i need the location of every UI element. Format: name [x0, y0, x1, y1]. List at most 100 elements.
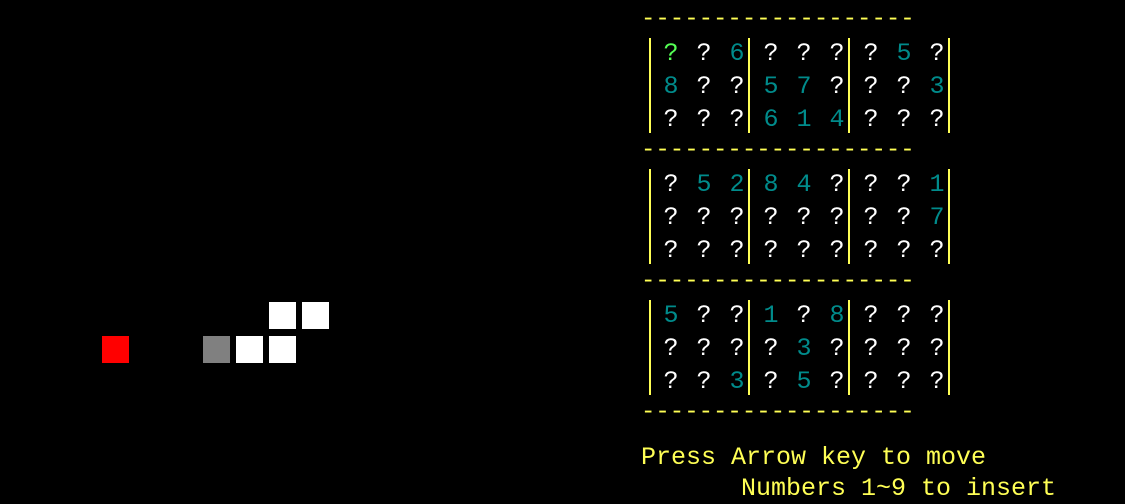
sudoku-band: ? 5 2 8 4??? 1???????? 7?????????: [641, 167, 961, 266]
sudoku-cell[interactable]: ?: [826, 37, 848, 70]
sudoku-cell[interactable]: ?: [926, 37, 948, 70]
sudoku-cell[interactable]: ?: [860, 201, 882, 234]
sudoku-cell[interactable]: ?: [860, 365, 882, 398]
grid-separator-line: -------------------: [641, 137, 915, 164]
sudoku-cell[interactable]: ?: [893, 365, 915, 398]
grid-vertical-line: [748, 300, 750, 395]
sudoku-cell[interactable]: ?: [760, 201, 782, 234]
sudoku-cell[interactable]: ?: [926, 234, 948, 267]
sudoku-cell[interactable]: ?: [693, 70, 715, 103]
sudoku-board: -------------------?? 6???? 5? 8?? 5 7??? 3???…: [641, 4, 961, 429]
sudoku-cell[interactable]: ?: [860, 299, 882, 332]
sudoku-cell[interactable]: ?: [926, 332, 948, 365]
sudoku-cell[interactable]: 7: [926, 201, 948, 234]
sudoku-cell[interactable]: 7: [793, 70, 815, 103]
sudoku-cell[interactable]: 5: [693, 168, 715, 201]
sudoku-cell[interactable]: ?: [893, 299, 915, 332]
sudoku-cell[interactable]: ?: [826, 365, 848, 398]
sudoku-cell[interactable]: ?: [893, 103, 915, 136]
sudoku-cell[interactable]: ?: [693, 103, 715, 136]
sudoku-cell[interactable]: 4: [826, 103, 848, 136]
sudoku-band: 5?? 1? 8??????? 3?????? 3? 5????: [641, 298, 961, 397]
sudoku-cell[interactable]: ?: [693, 37, 715, 70]
sudoku-cell[interactable]: ?: [860, 103, 882, 136]
sudoku-cell[interactable]: 8: [660, 70, 682, 103]
sudoku-cell[interactable]: 8: [760, 168, 782, 201]
sudoku-cell[interactable]: 2: [726, 168, 748, 201]
sudoku-cell[interactable]: ?: [860, 168, 882, 201]
sudoku-cell-selected[interactable]: ?: [660, 37, 682, 70]
sudoku-cell[interactable]: ?: [826, 70, 848, 103]
snake-head-segment: [302, 302, 329, 329]
grid-vertical-line: [649, 300, 651, 395]
sudoku-cell[interactable]: ?: [760, 365, 782, 398]
sudoku-cell[interactable]: ?: [826, 201, 848, 234]
sudoku-cell[interactable]: 6: [726, 37, 748, 70]
sudoku-cell[interactable]: ?: [793, 201, 815, 234]
sudoku-cell[interactable]: ?: [860, 234, 882, 267]
sudoku-cell[interactable]: 5: [893, 37, 915, 70]
sudoku-cell[interactable]: ?: [726, 299, 748, 332]
grid-separator-line: -------------------: [641, 399, 915, 426]
sudoku-cell[interactable]: 5: [660, 299, 682, 332]
sudoku-cell[interactable]: ?: [893, 234, 915, 267]
sudoku-cell[interactable]: 1: [793, 103, 815, 136]
sudoku-cell[interactable]: 3: [793, 332, 815, 365]
sudoku-cell[interactable]: ?: [693, 234, 715, 267]
sudoku-cell[interactable]: ?: [760, 234, 782, 267]
sudoku-cell[interactable]: ?: [893, 201, 915, 234]
sudoku-cell[interactable]: ?: [693, 299, 715, 332]
sudoku-cell[interactable]: ?: [826, 234, 848, 267]
grid-vertical-line: [848, 38, 850, 133]
sudoku-cell[interactable]: ?: [726, 201, 748, 234]
sudoku-cell[interactable]: 1: [926, 168, 948, 201]
sudoku-cell[interactable]: 5: [760, 70, 782, 103]
sudoku-cell[interactable]: ?: [660, 168, 682, 201]
sudoku-cell[interactable]: ?: [726, 332, 748, 365]
sudoku-cell[interactable]: 3: [926, 70, 948, 103]
sudoku-cell[interactable]: ?: [660, 103, 682, 136]
sudoku-cell[interactable]: ?: [826, 332, 848, 365]
sudoku-cell[interactable]: ?: [660, 234, 682, 267]
sudoku-cell[interactable]: 3: [726, 365, 748, 398]
sudoku-cell[interactable]: 5: [793, 365, 815, 398]
sudoku-cell[interactable]: ?: [926, 103, 948, 136]
sudoku-cell[interactable]: ?: [860, 37, 882, 70]
grid-separator-line: -------------------: [641, 6, 915, 33]
sudoku-cell[interactable]: ?: [793, 37, 815, 70]
grid-separator-line: -------------------: [641, 268, 915, 295]
grid-vertical-line: [848, 300, 850, 395]
sudoku-cell[interactable]: ?: [660, 365, 682, 398]
sudoku-cell[interactable]: ?: [893, 168, 915, 201]
sudoku-cell[interactable]: ?: [826, 168, 848, 201]
sudoku-cell[interactable]: ?: [660, 201, 682, 234]
grid-vertical-line: [649, 38, 651, 133]
snake-body-segment: [269, 336, 296, 363]
sudoku-cell[interactable]: ?: [893, 332, 915, 365]
sudoku-cell[interactable]: 8: [826, 299, 848, 332]
sudoku-cell[interactable]: 4: [793, 168, 815, 201]
sudoku-cell[interactable]: ?: [926, 365, 948, 398]
sudoku-cell[interactable]: 6: [760, 103, 782, 136]
sudoku-cell[interactable]: ?: [793, 299, 815, 332]
sudoku-cell[interactable]: ?: [693, 365, 715, 398]
sudoku-cell[interactable]: ?: [760, 332, 782, 365]
grid-vertical-line: [748, 38, 750, 133]
sudoku-cell[interactable]: ?: [726, 70, 748, 103]
instruction-move: Press Arrow key to move: [641, 443, 987, 472]
sudoku-cell[interactable]: ?: [693, 201, 715, 234]
sudoku-cell[interactable]: ?: [926, 299, 948, 332]
sudoku-cell[interactable]: ?: [726, 103, 748, 136]
snake-body-segment: [269, 302, 296, 329]
sudoku-cell[interactable]: ?: [860, 332, 882, 365]
sudoku-cell[interactable]: ?: [793, 234, 815, 267]
snake-tail-segment: [203, 336, 230, 363]
sudoku-cell[interactable]: ?: [693, 332, 715, 365]
sudoku-cell[interactable]: ?: [760, 37, 782, 70]
sudoku-cell[interactable]: ?: [726, 234, 748, 267]
sudoku-cell[interactable]: ?: [893, 70, 915, 103]
sudoku-cell[interactable]: ?: [660, 332, 682, 365]
snake-body-segment: [236, 336, 263, 363]
sudoku-cell[interactable]: ?: [860, 70, 882, 103]
sudoku-cell[interactable]: 1: [760, 299, 782, 332]
